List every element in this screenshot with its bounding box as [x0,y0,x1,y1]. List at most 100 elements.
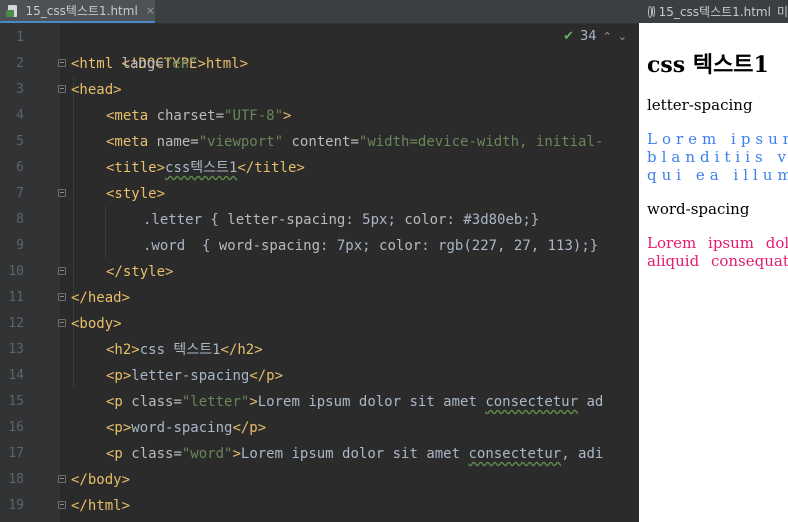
code-token: color [404,212,447,228]
code-line-14: <p>letter-spacing</p> [106,363,283,389]
code-token: "en" [163,56,198,72]
word-paragraph-line: Lorem ipsum dolor [647,234,788,252]
preview-tab-label[interactable]: 15_css텍스트1.html [659,3,771,20]
code-line-11: </head> [71,285,130,311]
code-token: <body> [71,316,122,332]
code-token: </title> [237,160,305,176]
line-number: 1 [16,30,24,45]
code-token: color [379,238,422,254]
line-number: 18 [8,472,24,487]
code-line-10: </style> [106,259,173,285]
code-line-2: <html lang="en"> [71,51,206,77]
letter-spacing-label: letter-spacing [647,96,753,114]
fold-toggle-icon[interactable] [58,293,66,301]
line-number: 13 [8,342,24,357]
code-token: "UTF-8" [224,108,284,124]
code-token: letter-spacing [131,368,250,384]
editor-tab-label: 15_css텍스트1.html [25,4,138,18]
code-line-18: </body> [71,467,130,493]
fold-toggle-icon[interactable] [58,189,66,197]
fold-toggle-icon[interactable] [58,267,66,275]
code-token: lang= [121,56,164,72]
code-line-8: .letter { letter-spacing: 5px; color: #3… [143,207,539,233]
code-token: "width=device-width, initial- [358,134,604,150]
page-heading: css 텍스트1 [647,52,769,78]
line-number: 5 [16,134,24,149]
code-token: <html [71,56,122,72]
code-area[interactable]: <!DOCTYPE html> <html lang="en"> <head> … [71,24,639,522]
word-spacing-paragraph: Lorem ipsum dolor aliquid consequatur [647,234,788,270]
code-token: > [232,446,241,462]
code-line-13: <h2>css 텍스트1</h2> [106,337,263,363]
line-number-gutter: 1 2 3 4 5 6 7 8 9 10 11 12 13 14 15 16 1… [0,24,60,522]
code-token: <p [106,446,132,462]
code-editor[interactable]: 15_css텍스트1.html × 1 2 3 4 5 6 7 8 9 10 1… [0,0,639,522]
line-number: 16 [8,420,24,435]
code-token: "word" [181,446,233,462]
html-file-icon [6,4,20,18]
code-token: > [197,56,206,72]
code-token: .word { [143,238,219,254]
fold-toggle-icon[interactable] [58,59,66,67]
code-token: css 텍스트1 [139,342,221,358]
code-token: </style> [106,264,174,280]
code-token: <h2> [106,342,140,358]
code-token: charset= [156,108,225,124]
fold-toggle-icon[interactable] [58,475,66,483]
line-number: 7 [16,186,24,201]
code-token: class= [131,394,182,410]
preview-tab-bar[interactable]: 15_css텍스트1.html 미 [639,0,788,23]
line-number: 14 [8,368,24,383]
preview-tab-overflow[interactable]: 미 [777,3,788,20]
code-line-6: <title>css텍스트1</title> [106,155,305,181]
code-token: .letter { [143,212,228,228]
code-token: : #3d80eb;} [446,212,540,228]
code-token: content= [283,134,359,150]
line-number: 3 [16,82,24,97]
code-line-3: <head> [71,77,122,103]
line-number: 8 [16,212,24,227]
indent-guide [73,76,74,388]
letter-paragraph-line: blanditiis ve [647,148,788,166]
code-token: class= [131,446,182,462]
code-token: "letter" [181,394,250,410]
code-token: <style> [106,186,166,202]
code-line-15: <p class="letter">Lorem ipsum dolor sit … [106,389,603,415]
code-line-12: <body> [71,311,122,337]
code-token: : 7px; [320,238,380,254]
code-token: word-spacing [218,238,321,254]
code-token: , adi [561,446,604,462]
letter-paragraph-line: qui ea illum [647,166,788,184]
code-line-4: <meta charset="UTF-8"> [106,103,291,129]
browser-preview-pane[interactable]: 15_css텍스트1.html 미 css 텍스트1 letter-spacin… [639,0,788,522]
code-line-19: </html> [71,493,130,519]
code-token: css텍스트1 [165,160,238,176]
word-spacing-label: word-spacing [647,200,750,218]
code-token: Lorem ipsum dolor sit amet [257,394,486,410]
line-number: 4 [16,108,24,123]
word-paragraph-line: aliquid consequatur [647,252,788,270]
fold-toggle-icon[interactable] [58,501,66,509]
code-token: Lorem ipsum dolor sit amet [240,446,469,462]
code-line-5: <meta name="viewport" content="width=dev… [106,129,603,155]
code-token: </p> [232,420,267,436]
fold-toggle-icon[interactable] [58,85,66,93]
line-number: 10 [8,264,24,279]
editor-tab-active[interactable]: 15_css텍스트1.html × [0,0,155,23]
line-number: 9 [16,238,24,253]
line-number: 12 [8,316,24,331]
letter-paragraph-line: Lorem ipsum [647,130,788,148]
code-token: </h2> [220,342,263,358]
code-token: ad [578,394,604,410]
line-number: 11 [8,290,24,305]
code-token: </p> [249,368,284,384]
code-token: "viewport" [198,134,284,150]
editor-tab-bar: 15_css텍스트1.html × [0,0,639,24]
code-token: name= [156,134,199,150]
code-line-9: .word { word-spacing: 7px; color: rgb(22… [143,233,598,259]
letter-spacing-paragraph: Lorem ipsum blanditiis ve qui ea illum [647,130,788,184]
code-token: : rgb(227, 27, 113);} [421,238,599,254]
code-token: </html> [71,498,131,514]
fold-toggle-icon[interactable] [58,319,66,327]
close-tab-icon[interactable]: × [146,4,155,17]
